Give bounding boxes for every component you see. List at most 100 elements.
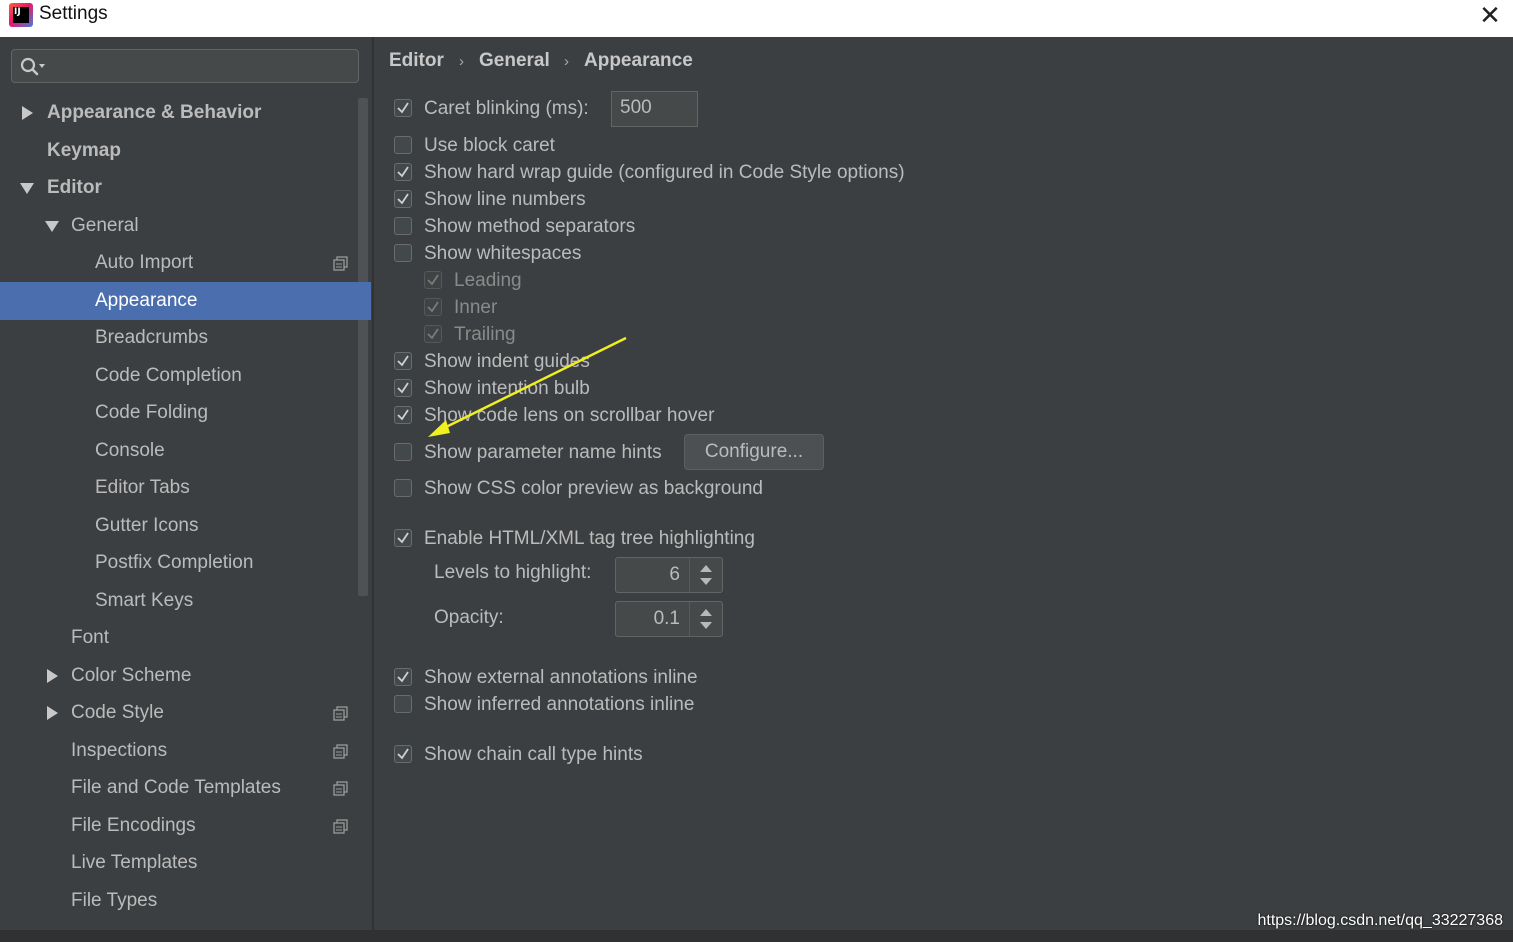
- sidebar-item-color-scheme[interactable]: Color Scheme: [0, 657, 372, 695]
- title-bar: IJ Settings ✕: [0, 0, 1513, 37]
- sidebar-item-editor-tabs[interactable]: Editor Tabs: [0, 469, 372, 507]
- triangle-right-icon[interactable]: [45, 669, 59, 683]
- param-hints-label: Show parameter name hints: [424, 442, 662, 463]
- configure-button[interactable]: Configure...: [684, 434, 824, 470]
- sidebar-item-gutter-icons[interactable]: Gutter Icons: [0, 507, 372, 545]
- sidebar-item-label: Breadcrumbs: [95, 327, 208, 348]
- triangle-down-icon[interactable]: [20, 181, 34, 195]
- param-hints-checkbox[interactable]: [394, 443, 412, 461]
- search-input[interactable]: [11, 49, 359, 83]
- close-icon[interactable]: ✕: [1475, 2, 1505, 32]
- sidebar-item-inspections[interactable]: Inspections: [0, 732, 372, 770]
- sidebar-item-label: Gutter Icons: [95, 515, 199, 536]
- leading-checkbox[interactable]: [424, 271, 442, 289]
- opacity-label: Opacity:: [434, 607, 504, 628]
- checkmark-icon: [427, 328, 439, 340]
- spinner-arrows-icon[interactable]: [689, 602, 722, 636]
- sidebar-item-font[interactable]: Font: [0, 619, 372, 657]
- sidebar-item-label: Live Templates: [71, 852, 198, 873]
- app-icon-text: IJ: [13, 7, 29, 23]
- intellij-app-icon: IJ: [9, 3, 33, 27]
- caret-blinking-label: Caret blinking (ms):: [424, 98, 589, 119]
- sidebar-item-general[interactable]: General: [0, 207, 372, 245]
- sidebar-item-label: Postfix Completion: [95, 552, 254, 573]
- intention-bulb-checkbox[interactable]: [394, 379, 412, 397]
- tag-tree-checkbox[interactable]: [394, 529, 412, 547]
- breadcrumb-editor: Editor: [389, 50, 444, 71]
- checkmark-icon: [427, 301, 439, 313]
- sidebar-item-appearance-behavior[interactable]: Appearance & Behavior: [0, 94, 372, 132]
- sidebar-item-code-style[interactable]: Code Style: [0, 694, 372, 732]
- css-color-checkbox[interactable]: [394, 479, 412, 497]
- inner-label: Inner: [454, 297, 498, 318]
- whitespaces-checkbox[interactable]: [394, 244, 412, 262]
- sidebar-item-live-templates[interactable]: Live Templates: [0, 844, 372, 882]
- indent-guides-label: Show indent guides: [424, 351, 590, 372]
- checkmark-icon: [397, 532, 409, 544]
- sidebar-item-label: Code Folding: [95, 402, 209, 423]
- chain-call-checkbox[interactable]: [394, 745, 412, 763]
- sidebar-item-label: Code Completion: [95, 365, 242, 386]
- sidebar-item-label: Font: [71, 627, 110, 648]
- sidebar-item-label: Auto Import: [95, 252, 194, 273]
- spinner-arrows-icon[interactable]: [689, 558, 722, 592]
- sidebar-item-appearance[interactable]: Appearance: [0, 282, 371, 320]
- sidebar-item-file-and-code-templates[interactable]: File and Code Templates: [0, 769, 372, 807]
- indent-guides-checkbox[interactable]: [394, 352, 412, 370]
- use-block-caret-checkbox[interactable]: [394, 136, 412, 154]
- opacity-spinner[interactable]: 0.1: [615, 601, 723, 637]
- code-lens-label: Show code lens on scrollbar hover: [424, 405, 715, 426]
- method-separators-checkbox[interactable]: [394, 217, 412, 235]
- sidebar-item-code-completion[interactable]: Code Completion: [0, 357, 372, 395]
- checkmark-icon: [397, 671, 409, 683]
- triangle-down-icon[interactable]: [45, 219, 59, 233]
- caret-blinking-ms-field[interactable]: 500: [611, 91, 698, 127]
- inner-checkbox[interactable]: [424, 298, 442, 316]
- sidebar-item-label: Code Style: [71, 702, 164, 723]
- checkmark-icon: [397, 748, 409, 760]
- method-separators-label: Show method separators: [424, 216, 636, 237]
- line-numbers-label: Show line numbers: [424, 189, 586, 210]
- hard-wrap-guide-label: Show hard wrap guide (configured in Code…: [424, 162, 905, 183]
- inferred-annotations-checkbox[interactable]: [394, 695, 412, 713]
- trailing-checkbox[interactable]: [424, 325, 442, 343]
- external-annotations-checkbox[interactable]: [394, 668, 412, 686]
- sidebar-item-smart-keys[interactable]: Smart Keys: [0, 582, 372, 620]
- project-settings-icon: [333, 706, 348, 721]
- tag-tree-label: Enable HTML/XML tag tree highlighting: [424, 528, 755, 549]
- sidebar-item-editor[interactable]: Editor: [0, 169, 372, 207]
- sidebar-item-code-folding[interactable]: Code Folding: [0, 394, 372, 432]
- sidebar-item-keymap[interactable]: Keymap: [0, 132, 372, 170]
- sidebar-item-label: Inspections: [71, 740, 168, 761]
- triangle-right-icon[interactable]: [20, 106, 34, 120]
- search-icon[interactable]: [19, 55, 47, 77]
- checkmark-icon: [397, 193, 409, 205]
- line-numbers-checkbox[interactable]: [394, 190, 412, 208]
- sidebar-item-file-types[interactable]: File Types: [0, 882, 372, 920]
- levels-to-highlight-label: Levels to highlight:: [434, 562, 592, 583]
- project-settings-icon: [333, 744, 348, 759]
- sidebar-item-label: Console: [95, 440, 165, 461]
- chain-call-label: Show chain call type hints: [424, 744, 643, 765]
- intention-bulb-label: Show intention bulb: [424, 378, 590, 399]
- levels-to-highlight-spinner[interactable]: 6: [615, 557, 723, 593]
- sidebar-item-auto-import[interactable]: Auto Import: [0, 244, 372, 282]
- sidebar-item-breadcrumbs[interactable]: Breadcrumbs: [0, 319, 372, 357]
- hard-wrap-guide-checkbox[interactable]: [394, 163, 412, 181]
- code-lens-checkbox[interactable]: [394, 406, 412, 424]
- sidebar-item-postfix-completion[interactable]: Postfix Completion: [0, 544, 372, 582]
- sidebar-item-file-encodings[interactable]: File Encodings: [0, 807, 372, 845]
- project-settings-icon: [333, 819, 348, 834]
- opacity-value: 0.1: [653, 608, 680, 629]
- triangle-right-icon[interactable]: [45, 706, 59, 720]
- sidebar-item-label: Appearance & Behavior: [47, 102, 262, 123]
- appearance-settings-page: Editor › General › Appearance Caret blin…: [374, 37, 1513, 930]
- inferred-annotations-label: Show inferred annotations inline: [424, 694, 695, 715]
- css-color-label: Show CSS color preview as background: [424, 478, 764, 499]
- settings-tree-panel: Appearance & Behavior Keymap Editor General…: [0, 37, 372, 930]
- caret-blinking-checkbox[interactable]: [394, 99, 412, 117]
- checkmark-icon: [427, 274, 439, 286]
- external-annotations-label: Show external annotations inline: [424, 667, 698, 688]
- sidebar-item-console[interactable]: Console: [0, 432, 372, 470]
- sidebar-item-label: Editor Tabs: [95, 477, 190, 498]
